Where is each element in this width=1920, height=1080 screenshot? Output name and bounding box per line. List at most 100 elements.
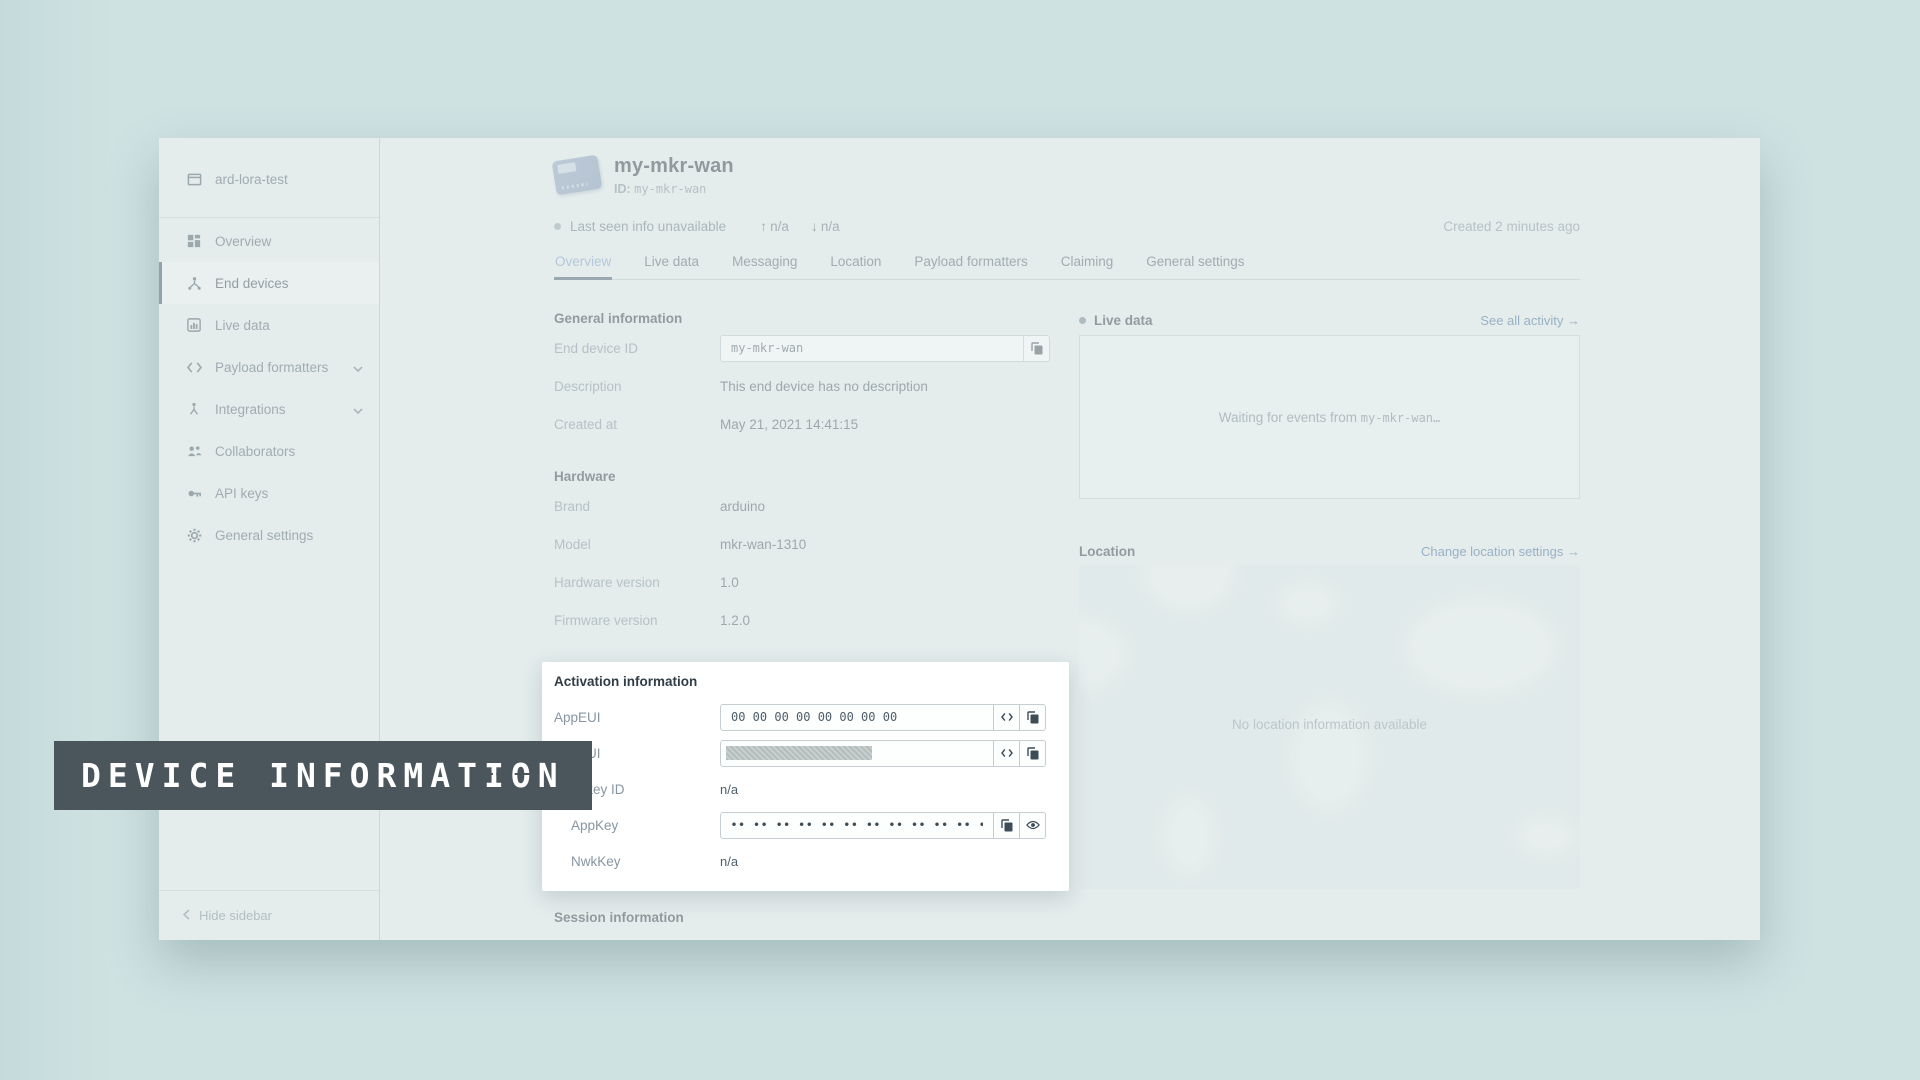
sidebar-item-general-settings[interactable]: General settings [159,514,379,556]
live-data-chart-icon [186,317,202,333]
live-data-title: Live data [1094,313,1153,328]
code-icon [1001,712,1013,722]
created-at-row: Created at May 21, 2021 14:41:15 [554,405,1060,443]
sidebar-item-label: API keys [215,486,268,501]
chevron-down-icon [353,402,363,417]
downlink-arrow-icon: ↓ [811,218,818,234]
root-key-id-row: Root key ID n/a [554,771,1058,807]
tab-live-data[interactable]: Live data [643,250,700,279]
nwk-key-row: NwkKey n/a [554,843,1058,879]
device-id-label: ID: [614,182,631,196]
sidebar-item-payload-formatters[interactable]: Payload formatters [159,346,379,388]
device-id-value: my-mkr-wan [634,182,706,196]
activation-information-title: Activation information [554,674,1058,692]
tab-general-settings[interactable]: General settings [1145,250,1245,279]
live-data-empty-device-id: my-mkr-wan… [1361,411,1440,425]
dev-eui-redacted-value [726,746,872,760]
description-row: Description This end device has no descr… [554,367,1060,405]
tab-overview[interactable]: Overview [554,250,612,279]
app-window: ard-lora-test Overview End devices Li [159,138,1760,940]
reveal-key-button[interactable] [1019,813,1045,838]
device-header: my-mkr-wan ID: my-mkr-wan [554,155,1580,196]
hardware-version-row: Hardware version 1.0 [554,563,1060,601]
sidebar-item-label: Integrations [215,402,286,417]
key-icon [186,485,202,501]
sidebar-item-application[interactable]: ard-lora-test [159,158,379,200]
live-data-header: Live data See all activity → [1079,311,1580,329]
copy-button[interactable] [1023,336,1049,361]
uplink-arrow-icon: ↑ [760,218,767,234]
sidebar-divider [159,217,379,218]
sidebar-item-label: Collaborators [215,444,295,459]
change-location-settings-link[interactable]: Change location settings → [1421,544,1580,559]
gear-icon [186,527,202,543]
sidebar-item-label: General settings [215,528,313,543]
see-all-activity-link[interactable]: See all activity → [1480,313,1580,328]
device-title: my-mkr-wan [614,155,734,178]
copy-icon [1027,711,1039,724]
location-empty-text: No location information available [1079,717,1580,732]
location-title: Location [1079,544,1135,559]
end-devices-icon [186,275,202,291]
tab-claiming[interactable]: Claiming [1060,250,1115,279]
model-row: Model mkr-wan-1310 [554,525,1060,563]
integrations-icon [186,401,202,417]
sidebar-item-live-data[interactable]: Live data [159,304,379,346]
brand-row: Brand arduino [554,487,1060,525]
copy-button[interactable] [993,813,1019,838]
byte-format-toggle-button[interactable] [993,705,1019,730]
hide-sidebar-button[interactable]: Hide sidebar [159,890,379,940]
location-header: Location Change location settings → [1079,542,1580,560]
tab-bar: Overview Live data Messaging Location Pa… [554,250,1580,280]
downlink-status: ↓n/a [811,218,840,234]
application-icon [186,171,202,187]
status-dot-icon [554,223,561,230]
callout-connector-line [487,773,530,775]
last-seen-text: Last seen info unavailable [570,219,726,234]
code-icon [186,359,202,375]
sidebar-item-overview[interactable]: Overview [159,220,379,262]
firmware-version-row: Firmware version 1.2.0 [554,601,1060,639]
end-device-id-row: End device ID [554,329,1060,367]
device-status-row: Last seen info unavailable ↑n/a ↓n/a Cre… [554,218,1580,234]
live-data-panel: Waiting for events from my-mkr-wan… [1079,335,1580,499]
location-map: No location information available [1079,565,1580,889]
copy-icon [1027,747,1039,760]
eye-icon [1026,820,1040,830]
chevron-down-icon [353,360,363,375]
sidebar-item-label: End devices [215,276,289,291]
end-device-id-input[interactable] [721,336,1023,361]
session-information-title: Session information [554,910,1060,928]
app-eui-input[interactable] [721,705,993,730]
sidebar-item-integrations[interactable]: Integrations [159,388,379,430]
sidebar-item-label: Payload formatters [215,360,328,375]
sidebar-item-api-keys[interactable]: API keys [159,472,379,514]
created-timestamp: Created 2 minutes ago [1443,219,1580,234]
sidebar-item-label: Overview [215,234,271,249]
activation-information-card: Activation information AppEUI DevEUI [542,662,1069,891]
app-key-row: AppKey [554,807,1058,843]
app-key-input[interactable] [721,813,993,838]
code-icon [1001,748,1013,758]
sidebar: ard-lora-test Overview End devices Li [159,138,380,940]
live-data-empty-text: Waiting for events from [1219,410,1361,425]
app-eui-row: AppEUI [554,699,1058,735]
general-information-title: General information [554,311,1060,329]
device-id: ID: my-mkr-wan [614,182,734,196]
live-indicator-icon [1079,317,1086,324]
hardware-title: Hardware [554,469,1060,487]
tab-location[interactable]: Location [829,250,882,279]
sidebar-item-collaborators[interactable]: Collaborators [159,430,379,472]
copy-icon [1031,342,1043,355]
dev-eui-row: DevEUI [554,735,1058,771]
tab-payload-formatters[interactable]: Payload formatters [913,250,1028,279]
overview-right-column: Live data See all activity → Waiting for… [1079,311,1580,928]
copy-button[interactable] [1019,741,1045,766]
chevron-left-icon [183,908,190,923]
sidebar-item-end-devices[interactable]: End devices [159,262,379,304]
tab-messaging[interactable]: Messaging [731,250,798,279]
byte-format-toggle-button[interactable] [993,741,1019,766]
device-photo [552,155,603,196]
copy-button[interactable] [1019,705,1045,730]
overview-grid-icon [186,233,202,249]
